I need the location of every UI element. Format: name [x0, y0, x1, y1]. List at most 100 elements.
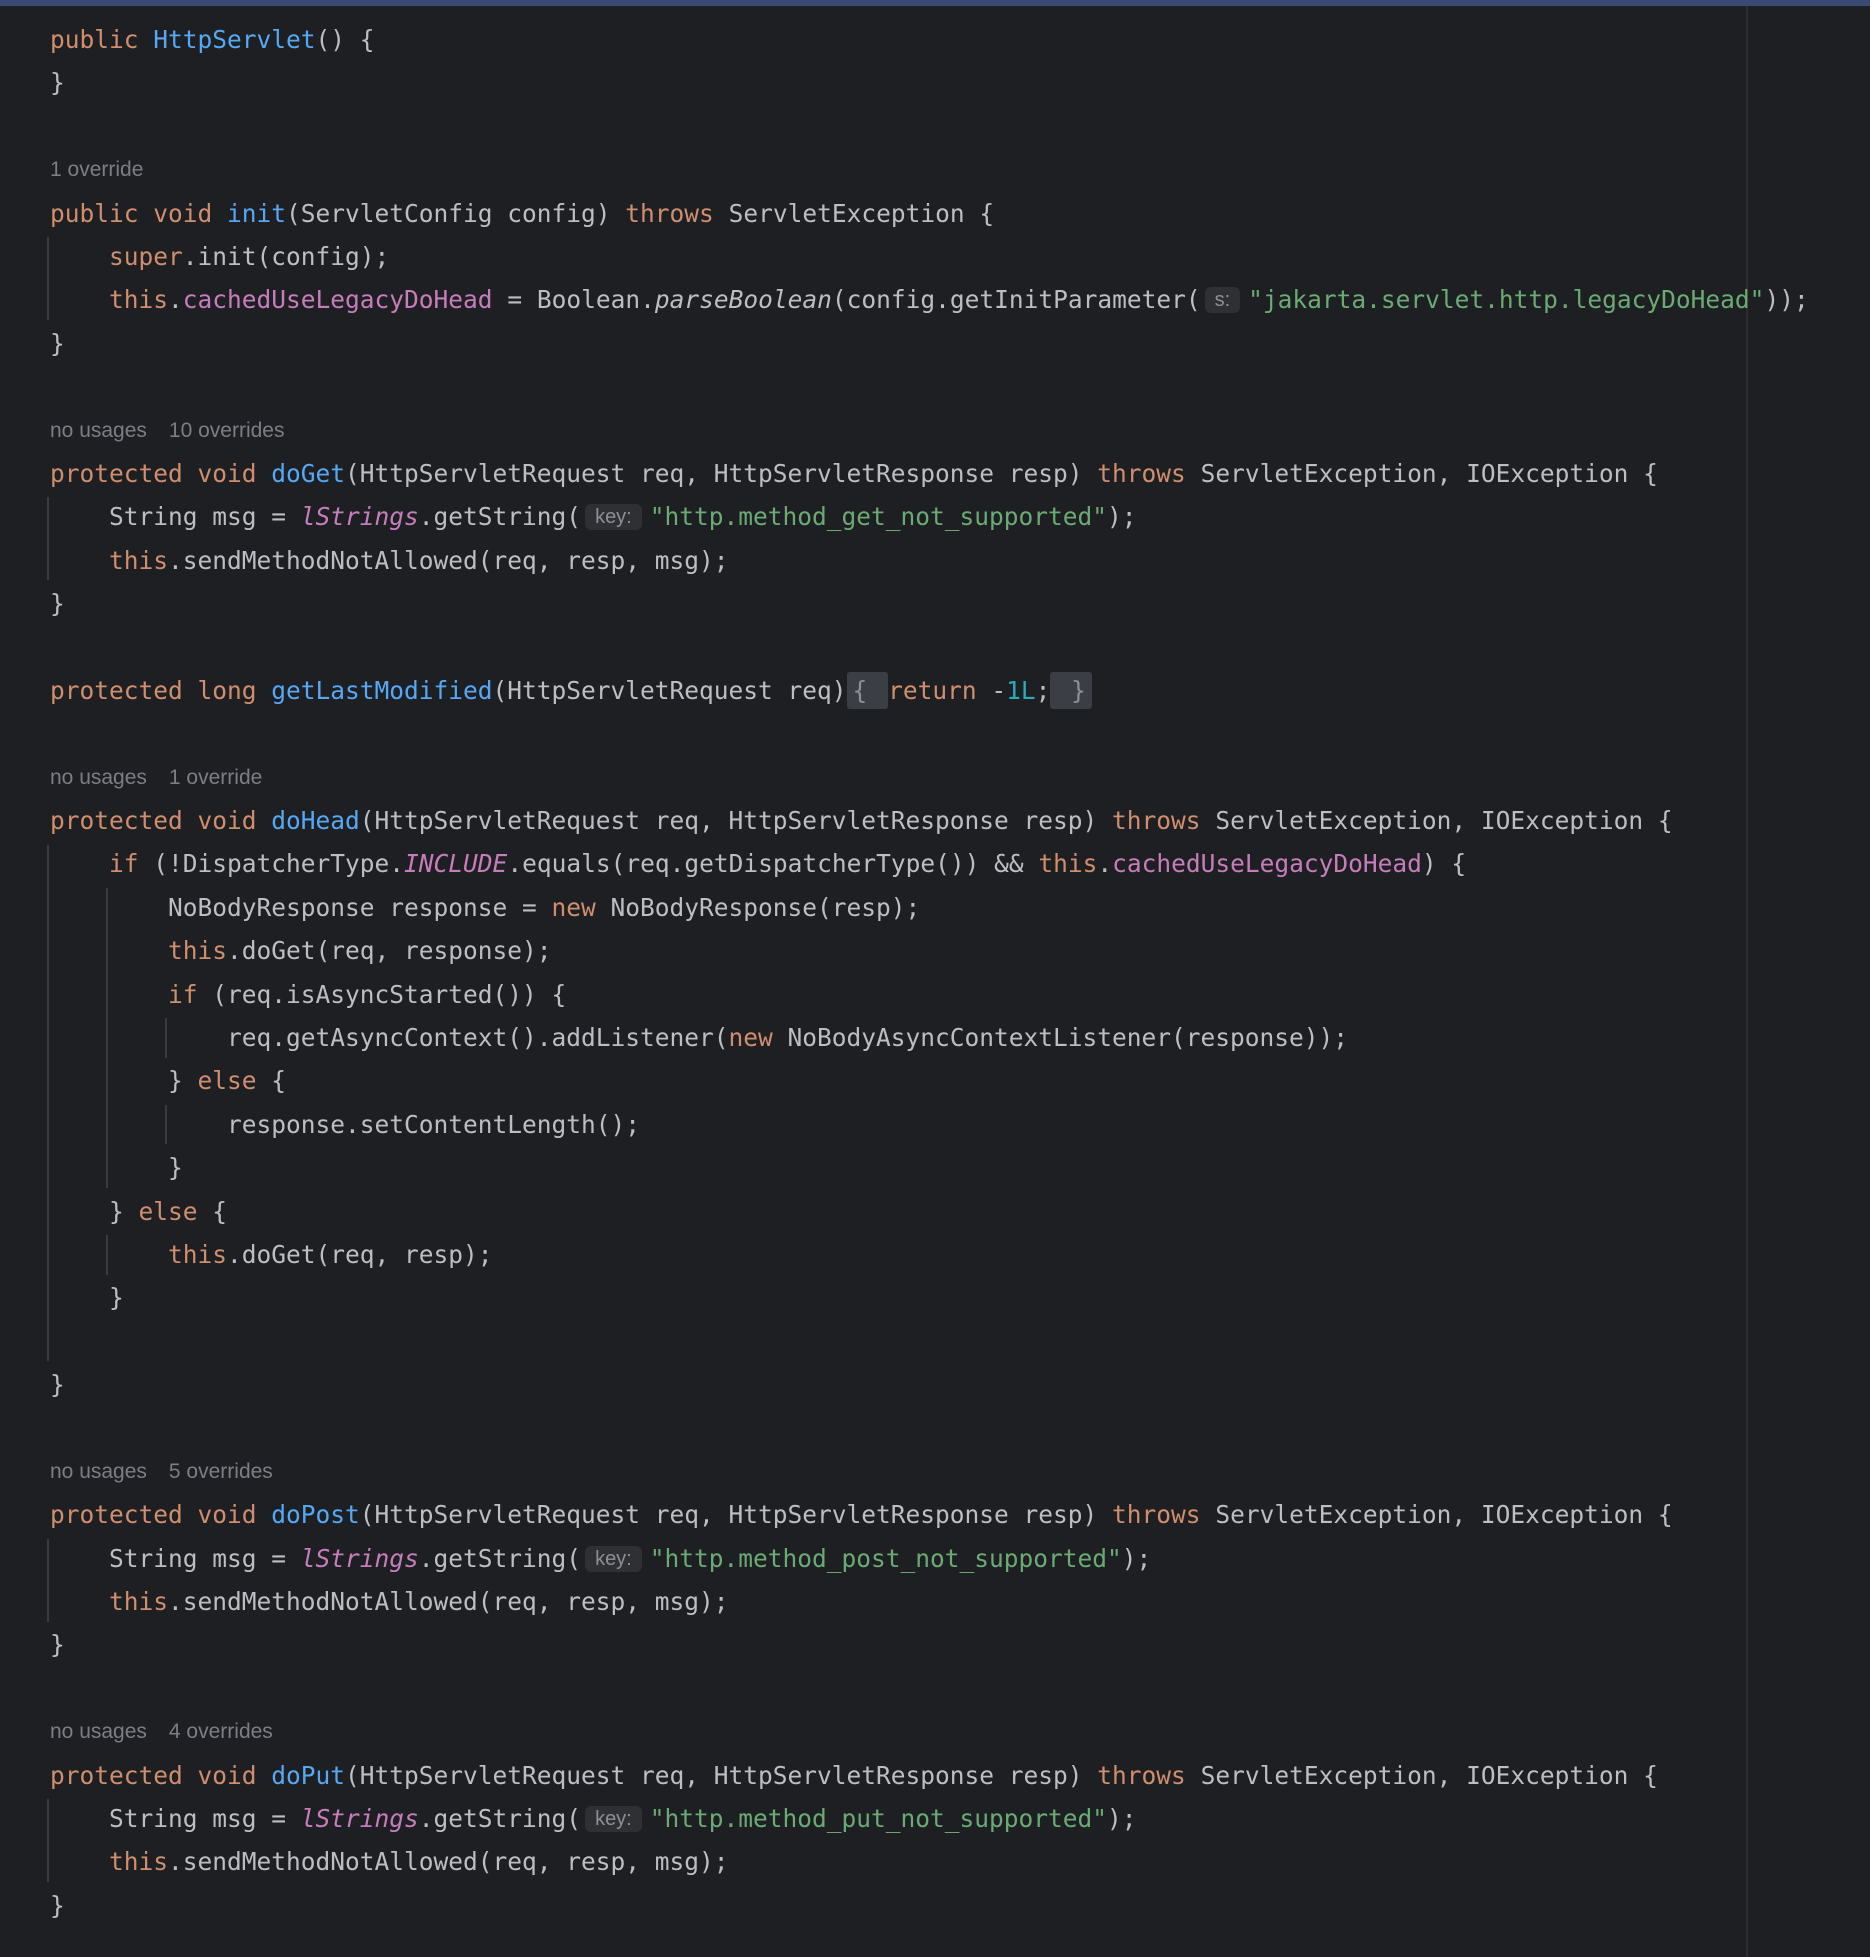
code-line[interactable]: protected void doPost(HttpServletRequest… [50, 1493, 1809, 1536]
code-token: response.setContentLength(); [227, 1109, 641, 1139]
code-vision-hint[interactable]: no usages 1 override [50, 756, 1809, 799]
blank-line[interactable] [50, 365, 1809, 408]
code-token: .getString( [418, 1543, 582, 1573]
blank-line[interactable] [50, 625, 1809, 668]
keyword-token: throws [1097, 458, 1201, 488]
code-token: (config.getInitParameter( [831, 285, 1201, 315]
code-token: .sendMethodNotAllowed(req, resp, msg); [168, 545, 729, 575]
code-line[interactable]: } else { [50, 1190, 1809, 1233]
keyword-token: if [109, 849, 154, 879]
keyword-token: protected void [50, 1760, 272, 1790]
usages-hint[interactable]: no usages [50, 1720, 147, 1743]
parameter-hint-inlay[interactable]: key: [585, 504, 642, 531]
code-line[interactable]: } else { [50, 1059, 1809, 1102]
code-line[interactable]: public void init(ServletConfig config) t… [50, 192, 1809, 235]
keyword-token: protected void [50, 806, 272, 836]
code-token: (HttpServletRequest req, HttpServletResp… [359, 1500, 1113, 1530]
code-vision-hint[interactable]: no usages 5 overrides [50, 1450, 1809, 1493]
code-vision-hint[interactable]: no usages 4 overrides [50, 1710, 1809, 1753]
code-line[interactable]: this.sendMethodNotAllowed(req, resp, msg… [50, 539, 1809, 582]
code-line[interactable]: } [50, 1146, 1809, 1189]
indent-guide [47, 237, 49, 320]
overrides-hint[interactable]: 10 overrides [169, 419, 285, 442]
code-line[interactable]: this.doGet(req, response); [50, 929, 1809, 972]
code-token: .sendMethodNotAllowed(req, resp, msg); [168, 1847, 729, 1877]
code-token: } [168, 1153, 183, 1183]
code-line[interactable]: } [50, 322, 1809, 365]
method-name-token: doPut [271, 1760, 346, 1790]
code-lines[interactable]: public HttpServlet() {} 1 override public … [47, 18, 1809, 1927]
code-line[interactable]: NoBodyResponse response = new NoBodyResp… [50, 886, 1809, 929]
usages-hint[interactable]: no usages [50, 419, 147, 442]
overrides-hint[interactable]: 5 overrides [169, 1460, 273, 1483]
code-vision-hint[interactable]: 1 override [50, 148, 1809, 191]
keyword-token: new [728, 1022, 788, 1052]
blank-line[interactable] [50, 712, 1809, 755]
keyword-token: if [168, 979, 213, 1009]
blank-line[interactable] [50, 1320, 1809, 1363]
code-line[interactable]: req.getAsyncContext().addListener(new No… [50, 1016, 1809, 1059]
method-name-token: HttpServlet [153, 25, 316, 54]
code-token: .doGet(req, response); [227, 936, 552, 966]
code-line[interactable]: this.sendMethodNotAllowed(req, resp, msg… [50, 1580, 1809, 1623]
code-token: } [168, 1066, 198, 1096]
blank-line[interactable] [50, 1407, 1809, 1450]
code-line[interactable]: protected void doHead(HttpServletRequest… [50, 799, 1809, 842]
overrides-hint[interactable]: 1 override [50, 158, 143, 181]
code-token: . [1097, 849, 1113, 879]
folded-code-marker[interactable]: } [1050, 671, 1092, 709]
string-literal-token: "jakarta.servlet.http.legacyDoHead" [1248, 285, 1765, 315]
folded-code-marker[interactable]: { [846, 671, 889, 709]
usages-hint[interactable]: no usages [50, 766, 147, 789]
parameter-hint-inlay[interactable]: key: [585, 1545, 642, 1572]
code-line[interactable]: } [50, 1276, 1809, 1319]
code-line[interactable]: protected void doGet(HttpServletRequest … [50, 452, 1809, 495]
code-token: ) { [1421, 849, 1467, 879]
keyword-token: super [109, 241, 183, 271]
code-editor[interactable]: public HttpServlet() {} 1 override public … [0, 6, 1870, 1957]
code-line[interactable]: String msg = lStrings.getString(key: "htt… [50, 1797, 1809, 1840]
blank-line[interactable] [50, 105, 1809, 148]
code-line[interactable]: if (req.isAsyncStarted()) { [50, 973, 1809, 1016]
code-line[interactable]: } [50, 1363, 1809, 1406]
code-line[interactable]: protected void doPut(HttpServletRequest … [50, 1754, 1809, 1797]
indent-guide [47, 497, 49, 581]
code-line[interactable]: public HttpServlet() { [50, 18, 1809, 61]
code-token: ); [1107, 502, 1137, 532]
code-line[interactable]: if (!DispatcherType.INCLUDE.equals(req.g… [50, 842, 1809, 885]
parameter-hint-inlay[interactable]: key: [585, 1806, 642, 1833]
method-name-token: getLastModified [271, 675, 493, 705]
code-line[interactable]: } [50, 1623, 1809, 1666]
code-line[interactable]: super.init(config); [50, 235, 1809, 278]
static-field-token: INCLUDE [404, 849, 508, 879]
code-token: (HttpServletRequest req, HttpServletResp… [345, 458, 1098, 488]
blank-line[interactable] [50, 1667, 1809, 1710]
code-line[interactable]: String msg = lStrings.getString(key: "htt… [50, 495, 1809, 538]
usages-hint[interactable]: no usages [50, 1460, 147, 1483]
code-vision-hint[interactable]: no usages 10 overrides [50, 409, 1809, 452]
overrides-hint[interactable]: 4 overrides [169, 1720, 273, 1743]
code-line[interactable]: this.sendMethodNotAllowed(req, resp, msg… [50, 1840, 1809, 1883]
code-line[interactable]: this.doGet(req, resp); [50, 1233, 1809, 1276]
overrides-hint[interactable]: 1 override [169, 766, 262, 789]
code-token: NoBodyResponse(resp); [610, 892, 921, 922]
string-literal-token: "http.method_post_not_supported" [649, 1543, 1122, 1573]
code-line[interactable]: } [50, 1884, 1809, 1927]
code-line[interactable]: this.cachedUseLegacyDoHead = Boolean.par… [50, 278, 1809, 321]
keyword-token: throws [1112, 1500, 1216, 1530]
code-token: } [50, 1630, 65, 1660]
code-line[interactable]: } [50, 61, 1809, 104]
code-token: (HttpServletRequest req) [492, 675, 847, 705]
parameter-hint-inlay[interactable]: s: [1204, 287, 1241, 314]
code-line[interactable]: response.setContentLength(); [50, 1103, 1809, 1146]
code-line[interactable]: } [50, 582, 1809, 625]
code-line[interactable]: String msg = lStrings.getString(key: "htt… [50, 1537, 1809, 1580]
code-line[interactable]: protected long getLastModified(HttpServl… [50, 669, 1809, 712]
